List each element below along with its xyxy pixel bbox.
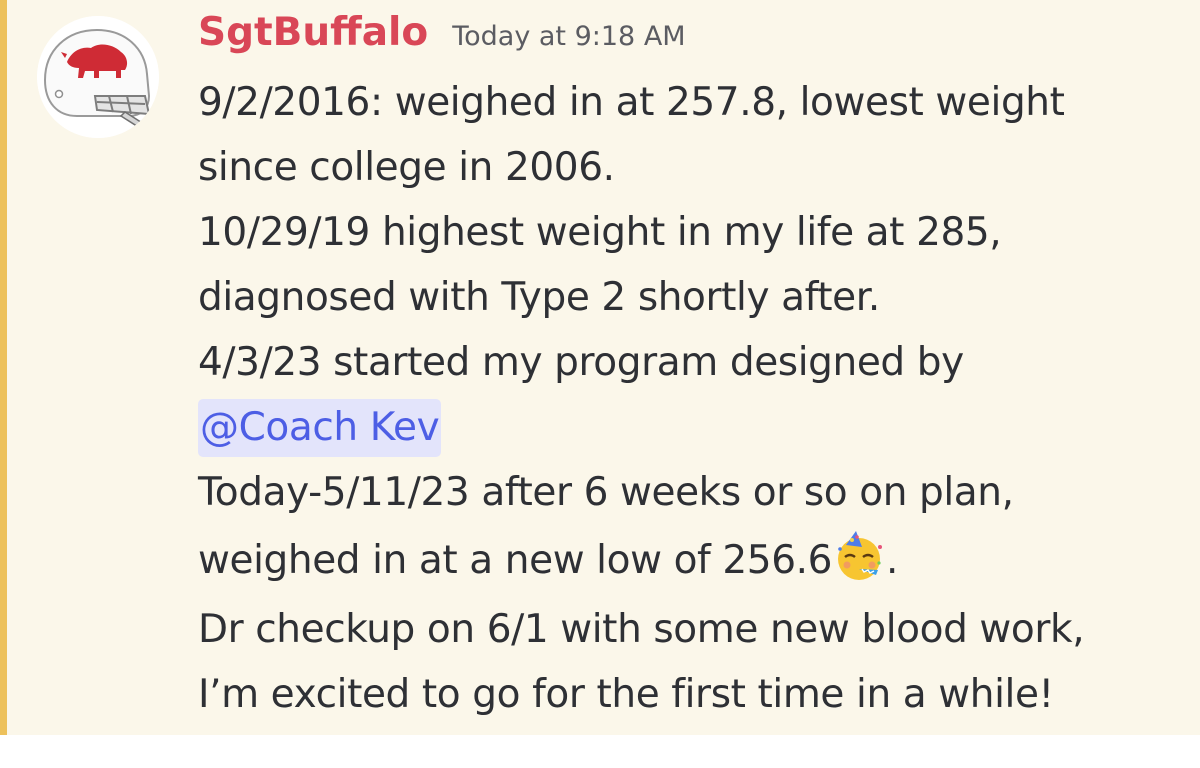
message-line: I’m excited to go for the first time in … (198, 672, 1054, 717)
message-line: weighed in at a new low of 256.6 . (198, 525, 1188, 597)
message-content: 9/2/2016: weighed in at 257.8, lowest we… (198, 70, 1188, 727)
message-header: SgtBuffalo Today at 9:18 AM (198, 10, 686, 70)
message-line-mention: @Coach Kev (198, 395, 1188, 460)
buffalo-helmet-icon (37, 16, 159, 138)
message-line: 4/3/23 started my program designed by (198, 340, 964, 385)
message-text-segment: . (886, 538, 899, 583)
message-line: Today-5/11/23 after 6 weeks or so on pla… (198, 470, 1014, 515)
user-avatar[interactable] (37, 16, 159, 138)
mention-highlight-bar (0, 0, 7, 735)
message-text-segment: weighed in at a new low of 256.6 (198, 538, 833, 583)
message-line: diagnosed with Type 2 shortly after. (198, 275, 880, 320)
message-timestamp[interactable]: Today at 9:18 AM (452, 21, 685, 52)
author-name[interactable]: SgtBuffalo (198, 10, 428, 55)
message-line: 9/2/2016: weighed in at 257.8, lowest we… (198, 80, 1065, 125)
chat-message: SgtBuffalo Today at 9:18 AM 9/2/2016: we… (0, 0, 1200, 735)
message-line: Dr checkup on 6/1 with some new blood wo… (198, 607, 1085, 652)
user-mention-coach-kev[interactable]: @Coach Kev (198, 399, 442, 457)
message-line: 10/29/19 highest weight in my life at 28… (198, 210, 1002, 255)
message-line: since college in 2006. (198, 145, 615, 190)
partying-face-emoji-icon[interactable] (832, 529, 886, 583)
